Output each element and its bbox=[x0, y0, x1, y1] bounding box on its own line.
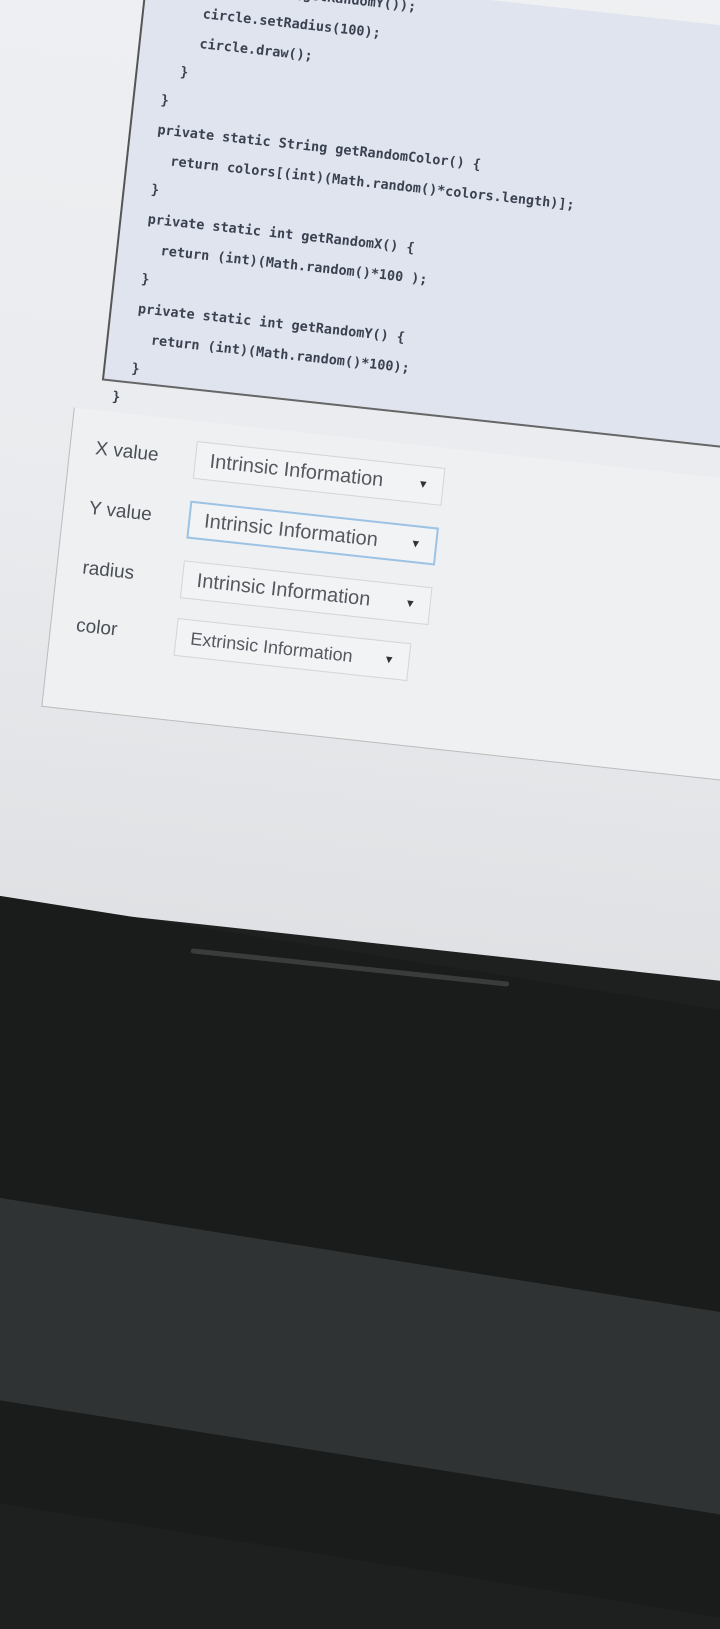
selected-value: Intrinsic Information bbox=[195, 569, 372, 611]
dropdown-arrow-icon: ▼ bbox=[404, 597, 417, 611]
field-label: X value bbox=[94, 438, 160, 466]
radius-select[interactable]: Intrinsic Information ▼ bbox=[179, 560, 433, 626]
x-value-select[interactable]: Intrinsic Information ▼ bbox=[192, 441, 446, 506]
selected-value: Intrinsic Information bbox=[203, 509, 380, 551]
monitor-screen: circle.setY(getRandomY()); circle.setRad… bbox=[0, 0, 720, 990]
field-label: Y value bbox=[87, 497, 153, 526]
dropdown-arrow-icon: ▼ bbox=[382, 653, 395, 667]
selected-value: Intrinsic Information bbox=[208, 450, 385, 491]
answer-panel: X value Intrinsic Information ▼ Y value I… bbox=[41, 407, 720, 805]
form-row-x-value: X value Intrinsic Information ▼ bbox=[93, 430, 446, 506]
code-block: circle.setY(getRandomY()); circle.setRad… bbox=[101, 0, 720, 478]
form-row-y-value: Y value Intrinsic Information ▼ bbox=[87, 490, 439, 566]
y-value-select[interactable]: Intrinsic Information ▼ bbox=[186, 500, 439, 566]
selected-value: Extrinsic Information bbox=[189, 628, 354, 666]
dropdown-arrow-icon: ▼ bbox=[417, 478, 430, 492]
dropdown-arrow-icon: ▼ bbox=[409, 537, 422, 551]
form-row-color: color Extrinsic Information ▼ bbox=[74, 607, 412, 682]
color-select[interactable]: Extrinsic Information ▼ bbox=[173, 617, 412, 682]
field-label: color bbox=[75, 615, 119, 641]
field-label: radius bbox=[81, 557, 136, 584]
